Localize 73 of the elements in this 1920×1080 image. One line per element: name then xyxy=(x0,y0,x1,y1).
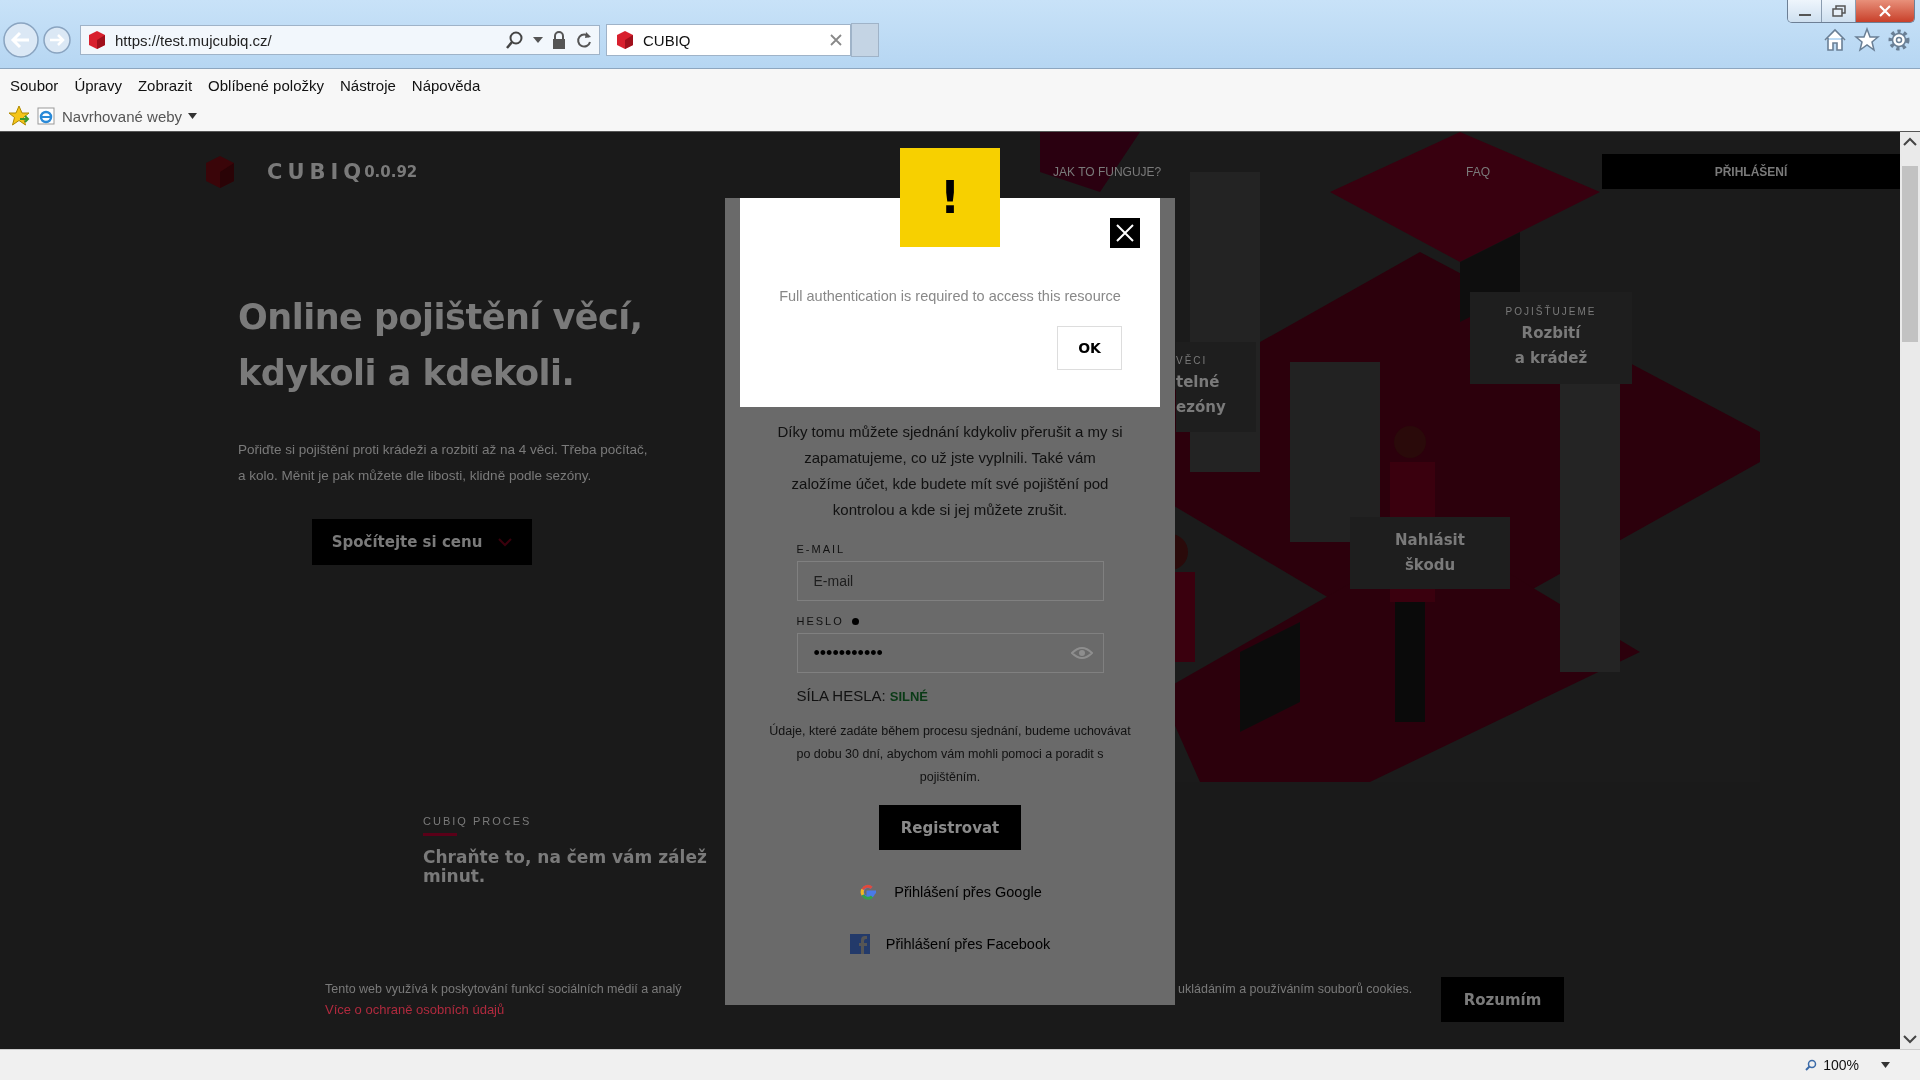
cookie-text: ukládáním a používáním souborů cookies. xyxy=(1178,982,1414,996)
register-text: Díky tomu můžete sjednání kdykoliv přerušit a my si zapamatujeme, co už jste vyplnili. Také vám založíme účet, kde budete mít své pojištění pod kontrolou a kde si jej můžete zrušit. xyxy=(777,422,1123,520)
menu-item[interactable]: Soubor xyxy=(10,76,75,94)
menu-item[interactable]: Oblíbené položky xyxy=(208,76,340,94)
browser-logo-icon xyxy=(36,106,56,126)
favorites-star-icon[interactable] xyxy=(8,105,30,127)
social-login-link[interactable]: Přihlášení přes Google xyxy=(894,884,1042,900)
nav-link[interactable]: FAQ xyxy=(1373,164,1583,179)
close-icon[interactable] xyxy=(830,34,842,46)
card-title: Rozbití a krádež xyxy=(1514,322,1588,369)
browser-tab[interactable]: CUBIQ xyxy=(606,24,851,56)
accept-button[interactable]: Rozumím xyxy=(1441,977,1564,1022)
cookie-text: Tento web využívá k poskytování funkcí sociálních médií a analý xyxy=(325,982,683,996)
refresh-icon[interactable] xyxy=(575,30,593,50)
field-label: E-MAIL xyxy=(796,543,847,555)
field-label: HESLO xyxy=(796,615,844,627)
card-label: VĚCI xyxy=(1176,354,1208,366)
back-icon[interactable] xyxy=(2,21,40,59)
menu-item[interactable]: Nápověda xyxy=(411,76,497,94)
section-heading: Chraňte to, na čem vám zálež minut. xyxy=(423,848,707,886)
notice-text: Údaje, které zadáte během procesu sjednání, budeme uchovávat po dobu 30 dní, abychom vám mohli pomoci a poradit s pojištěním. xyxy=(769,722,1131,786)
login-button[interactable]: PŘIHLÁŠENÍ xyxy=(1602,154,1900,189)
strength-value: SILNÉ xyxy=(889,689,928,704)
url-text: https://test.mujcubiq.cz/ xyxy=(115,31,272,49)
tab-title: CUBIQ xyxy=(643,31,692,49)
close-icon xyxy=(1878,5,1892,17)
menu-item[interactable]: Zobrazit xyxy=(137,76,209,94)
strength-label: SÍLA HESLA: xyxy=(796,687,886,704)
minimize-button[interactable] xyxy=(1788,0,1822,22)
site-favicon-icon xyxy=(615,30,635,50)
facebook-icon xyxy=(849,934,870,954)
settings-icon[interactable] xyxy=(1886,27,1912,53)
zoom-level[interactable]: 100% xyxy=(1823,1057,1859,1073)
menu-item[interactable]: Úpravy xyxy=(74,76,138,94)
caret-icon[interactable] xyxy=(533,37,543,43)
password-field[interactable]: ••••••••••• xyxy=(796,633,1104,673)
caret-icon[interactable] xyxy=(1881,1062,1890,1068)
forward-icon[interactable] xyxy=(42,25,72,55)
register-button[interactable]: Registrovat xyxy=(879,805,1021,850)
maximize-button[interactable] xyxy=(1822,0,1856,22)
info-icon[interactable] xyxy=(851,617,859,625)
section-label: CUBIQ PROCES xyxy=(423,815,532,827)
caret-icon[interactable] xyxy=(188,113,198,119)
site-favicon-icon xyxy=(87,30,107,50)
hero-heading: Online pojištění věcí, kdykoli a kdekoli. xyxy=(238,296,644,395)
hero-text: Pořiďte si pojištění proti krádeži a rozbití až na 4 věci. Třeba počítač, a kolo. Měnit je pak můžete dle libosti, klidně podle sezóny. xyxy=(238,441,649,485)
version-text: 0.0.92 xyxy=(364,162,418,181)
menu-item[interactable]: Nástroje xyxy=(340,76,412,94)
social-login-link[interactable]: Přihlášení přes Facebook xyxy=(885,936,1051,952)
lock-icon xyxy=(551,30,567,50)
alert-message: Full authentication is required to access this resource xyxy=(778,288,1122,304)
home-icon[interactable] xyxy=(1822,27,1848,53)
chevron-icon xyxy=(498,537,513,547)
email-field[interactable]: E-mail xyxy=(796,561,1104,601)
warning-badge: ! xyxy=(900,148,1000,247)
minimize-icon xyxy=(1798,14,1811,16)
scroll-thumb[interactable] xyxy=(1902,166,1918,342)
card-label: POJIŠŤUJEME xyxy=(1505,305,1597,317)
nav-link[interactable]: JAK TO FUNGUJE? xyxy=(1053,164,1373,179)
star-icon[interactable] xyxy=(1854,27,1880,53)
ok-button[interactable]: OK xyxy=(1057,326,1122,370)
search-icon[interactable] xyxy=(505,30,525,50)
card-title: telné ezóny xyxy=(1176,371,1226,418)
restore-icon xyxy=(1831,5,1846,17)
price-button[interactable]: Spočítejte si cenu xyxy=(312,519,532,565)
zoom-icon[interactable] xyxy=(1805,1059,1818,1071)
favorites-link[interactable]: Navrhované weby xyxy=(62,107,183,125)
address-bar[interactable]: https://test.mujcubiq.cz/ xyxy=(80,25,600,55)
close-button[interactable] xyxy=(1110,218,1140,248)
logo-icon xyxy=(205,154,235,189)
google-icon xyxy=(858,882,879,902)
card-title: Nahlásit škodu xyxy=(1395,530,1465,576)
close-icon xyxy=(1115,223,1135,243)
